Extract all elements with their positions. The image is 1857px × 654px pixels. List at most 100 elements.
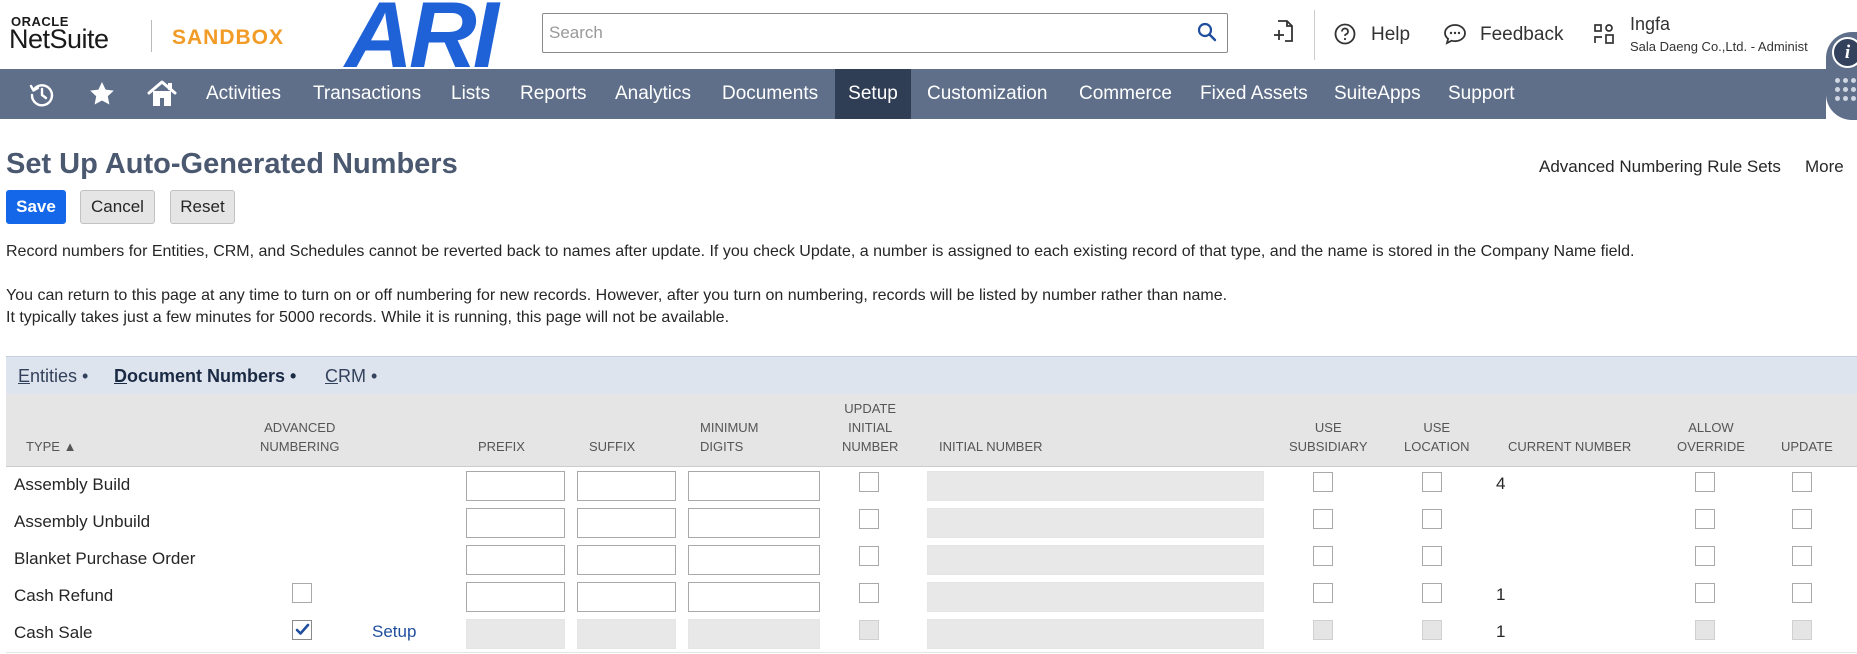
use-location-checkbox[interactable] — [1422, 546, 1442, 566]
global-search-box[interactable] — [542, 13, 1228, 53]
help-link[interactable]: Help — [1371, 24, 1410, 46]
drag-grip-icon[interactable] — [1835, 78, 1857, 106]
use-subsidiary-checkbox[interactable] — [1313, 546, 1333, 566]
use-location-checkbox[interactable] — [1422, 583, 1442, 603]
col-header-minimum-digits: MINIMUM DIGITS — [700, 420, 759, 454]
allow-override-checkbox[interactable] — [1695, 509, 1715, 529]
col-header-use-location: USE LOCATION — [1404, 420, 1470, 454]
role-switch-icon[interactable] — [1592, 22, 1616, 51]
allow-override-checkbox[interactable] — [1695, 583, 1715, 603]
logo-divider — [151, 20, 152, 52]
info-message-1: Record numbers for Entities, CRM, and Sc… — [6, 243, 1635, 260]
subtab-bar: Entities • Document Numbers • CRM • — [6, 356, 1857, 395]
nav-setup[interactable]: Setup — [835, 69, 911, 119]
col-header-current-number: CURRENT NUMBER — [1508, 439, 1632, 454]
save-button[interactable]: Save — [6, 190, 66, 224]
col-header-update: UPDATE — [1781, 439, 1833, 454]
row-type-label: Cash Refund — [14, 586, 114, 605]
help-icon[interactable] — [1334, 23, 1356, 50]
advanced-numbering-checkbox[interactable] — [292, 620, 312, 640]
nav-analytics[interactable]: Analytics — [615, 69, 691, 119]
prefix-input[interactable] — [466, 582, 565, 612]
user-company-role[interactable]: Sala Daeng Co.,Ltd. - Administ — [1630, 39, 1808, 54]
initial-number-input — [927, 508, 1264, 538]
prefix-input — [466, 619, 565, 649]
suffix-input — [577, 619, 676, 649]
nav-lists[interactable]: Lists — [451, 69, 490, 119]
use-subsidiary-checkbox[interactable] — [1313, 472, 1333, 492]
row-type-label: Blanket Purchase Order — [14, 549, 196, 568]
create-new-record-icon[interactable] — [1272, 18, 1296, 49]
nav-reports[interactable]: Reports — [520, 69, 587, 119]
update-initial-number-checkbox[interactable] — [859, 509, 879, 529]
update-checkbox[interactable] — [1792, 583, 1812, 603]
nav-commerce[interactable]: Commerce — [1079, 69, 1172, 119]
minimum-digits-input[interactable] — [688, 582, 820, 612]
col-header-use-subsidiary: USE SUBSIDIARY — [1289, 420, 1368, 454]
minimum-digits-input[interactable] — [688, 545, 820, 575]
current-number-value: 4 — [1496, 474, 1506, 493]
nav-documents[interactable]: Documents — [722, 69, 818, 119]
initial-number-input — [927, 471, 1264, 501]
sandbox-badge: SANDBOX — [172, 26, 285, 49]
subtab-entities[interactable]: Entities • — [18, 366, 88, 387]
use-location-checkbox — [1422, 620, 1442, 640]
favorites-star-icon[interactable] — [85, 69, 119, 119]
home-icon[interactable] — [144, 69, 180, 119]
user-name[interactable]: Ingfa — [1630, 14, 1670, 35]
recent-records-icon[interactable] — [25, 69, 59, 119]
checkmark-icon — [295, 623, 310, 635]
minimum-digits-input[interactable] — [688, 471, 820, 501]
update-initial-number-checkbox[interactable] — [859, 472, 879, 492]
reset-button[interactable]: Reset — [170, 190, 235, 224]
advanced-numbering-rule-sets-link[interactable]: Advanced Numbering Rule Sets — [1539, 157, 1781, 177]
allow-override-checkbox[interactable] — [1695, 546, 1715, 566]
advanced-numbering-setup-link[interactable]: Setup — [372, 622, 416, 642]
suffix-input[interactable] — [577, 545, 676, 575]
prefix-input[interactable] — [466, 508, 565, 538]
suffix-input[interactable] — [577, 471, 676, 501]
feedback-link[interactable]: Feedback — [1480, 24, 1563, 46]
nav-activities[interactable]: Activities — [206, 69, 281, 119]
use-location-checkbox[interactable] — [1422, 472, 1442, 492]
col-header-suffix: SUFFIX — [589, 439, 636, 454]
allow-override-checkbox[interactable] — [1695, 472, 1715, 492]
use-location-checkbox[interactable] — [1422, 509, 1442, 529]
update-initial-number-checkbox[interactable] — [859, 583, 879, 603]
update-checkbox[interactable] — [1792, 546, 1812, 566]
update-checkbox[interactable] — [1792, 509, 1812, 529]
subtab-crm[interactable]: CRM • — [325, 366, 377, 387]
suffix-input[interactable] — [577, 582, 676, 612]
cancel-button[interactable]: Cancel — [80, 190, 155, 224]
info-message-2: You can return to this page at any time … — [6, 287, 1228, 304]
netsuite-logo-text[interactable]: NetSuite — [9, 24, 109, 55]
suffix-input[interactable] — [577, 508, 676, 538]
advanced-numbering-checkbox[interactable] — [292, 583, 312, 603]
nav-customization[interactable]: Customization — [927, 69, 1047, 119]
table-row: Assembly Build 4 — [6, 467, 1857, 505]
more-menu-link[interactable]: More — [1805, 157, 1844, 177]
update-checkbox[interactable] — [1792, 472, 1812, 492]
nav-suiteapps[interactable]: SuiteApps — [1334, 69, 1421, 119]
prefix-input[interactable] — [466, 471, 565, 501]
prefix-input[interactable] — [466, 545, 565, 575]
use-subsidiary-checkbox[interactable] — [1313, 583, 1333, 603]
info-icon[interactable]: i — [1832, 37, 1857, 68]
nav-fixed-assets[interactable]: Fixed Assets — [1200, 69, 1308, 119]
global-search-input[interactable] — [547, 14, 1171, 52]
main-nav-bar: Activities Transactions Lists Reports An… — [0, 69, 1826, 119]
nav-transactions[interactable]: Transactions — [313, 69, 421, 119]
col-header-update-initial-number: UPDATE INITIAL NUMBER — [842, 401, 899, 454]
subtab-document-numbers[interactable]: Document Numbers • — [114, 366, 296, 387]
minimum-digits-input[interactable] — [688, 508, 820, 538]
top-header: ORACLE NetSuite SANDBOX ARI Help Feedbac… — [0, 0, 1857, 82]
col-header-advanced-numbering: ADVANCED NUMBERING — [260, 420, 340, 454]
search-icon[interactable] — [1197, 22, 1217, 47]
table-row: Cash Refund 1 — [6, 578, 1857, 616]
nav-support[interactable]: Support — [1448, 69, 1515, 119]
feedback-icon[interactable] — [1443, 23, 1467, 50]
table-header: TYPE ▲ ADVANCED NUMBERING PREFIX SUFFIX M… — [6, 394, 1857, 467]
use-subsidiary-checkbox[interactable] — [1313, 509, 1333, 529]
col-header-type[interactable]: TYPE ▲ — [26, 437, 76, 456]
update-initial-number-checkbox[interactable] — [859, 546, 879, 566]
